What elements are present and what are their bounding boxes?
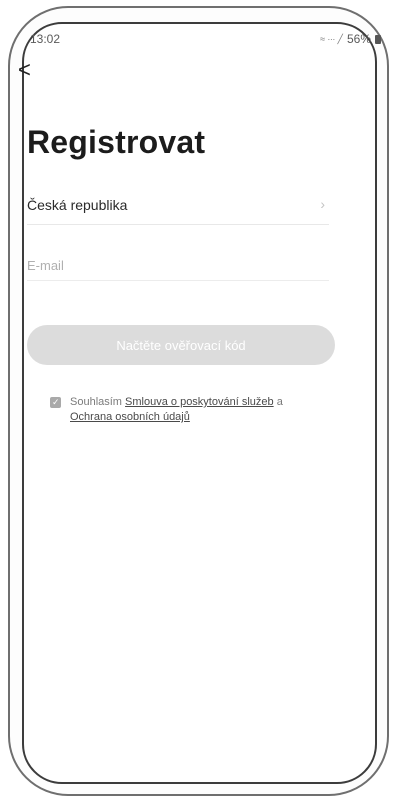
privacy-link[interactable]: Ochrana osobních údajů bbox=[70, 411, 190, 423]
agreement: ✓ Souhlasím Smlouva o poskytování služeb… bbox=[50, 395, 330, 425]
country-label: Česká republika bbox=[27, 197, 128, 213]
agreement-prefix: Souhlasím bbox=[70, 396, 122, 408]
agreement-conjunction: a bbox=[276, 396, 283, 408]
country-selector[interactable]: Česká republika › bbox=[27, 194, 329, 225]
battery-icon bbox=[375, 34, 381, 44]
back-button[interactable]: < bbox=[18, 58, 42, 82]
status-bar: 13:02 ≈ ∙∙∙ ╱ 56% bbox=[30, 32, 381, 48]
terms-link[interactable]: Smlouva o poskytování služeb bbox=[125, 396, 274, 408]
status-icons: ≈ ∙∙∙ ╱ 56% bbox=[320, 32, 381, 46]
check-icon: ✓ bbox=[52, 397, 60, 407]
page-title: Registrovat bbox=[27, 124, 206, 160]
chevron-right-icon: › bbox=[320, 196, 325, 212]
get-verification-code-button[interactable]: Načtěte ověřovací kód bbox=[27, 325, 335, 365]
battery-percent: 56% bbox=[346, 32, 371, 46]
agreement-checkbox[interactable]: ✓ bbox=[50, 397, 61, 408]
agreement-text: Souhlasím Smlouva o poskytování služeb a… bbox=[70, 395, 330, 425]
email-field[interactable] bbox=[27, 250, 329, 281]
signal-icon: ≈ ∙∙∙ ╱ bbox=[320, 33, 343, 44]
status-time: 13:02 bbox=[30, 32, 61, 46]
